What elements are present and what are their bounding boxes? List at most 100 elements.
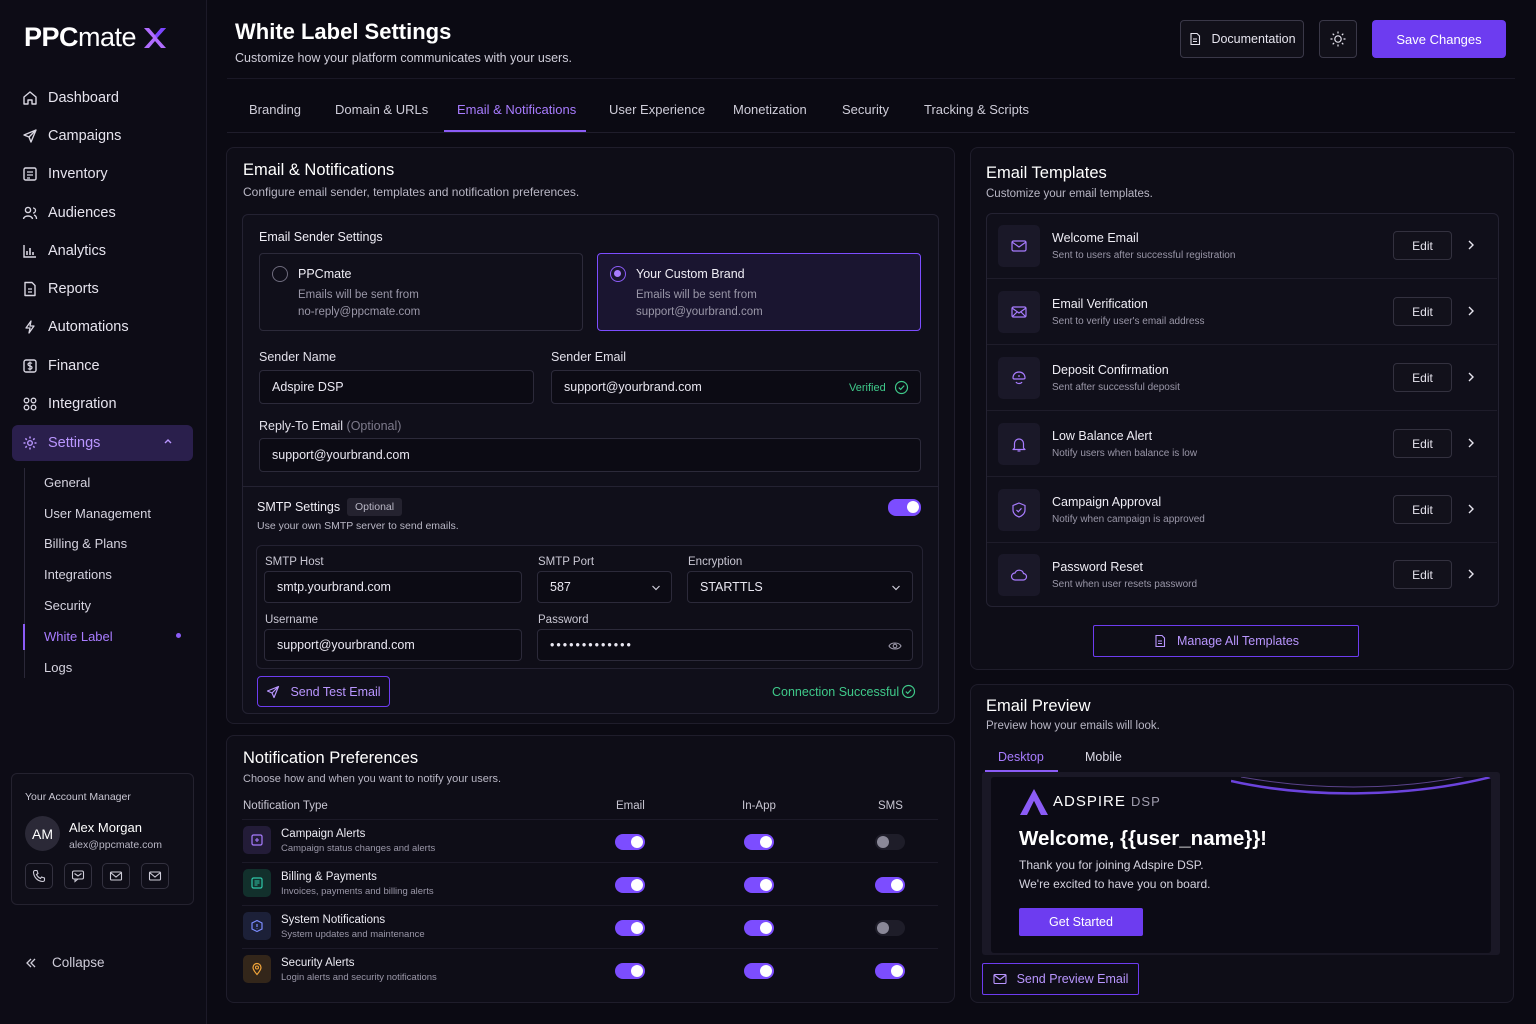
toggle-security-sms[interactable] [875, 963, 905, 979]
template-title: Deposit Confirmation [1052, 363, 1169, 377]
edit-button[interactable]: Edit [1393, 495, 1452, 524]
sidebar-sub-white-label[interactable]: White Label [44, 629, 113, 644]
sidebar-item-integration[interactable]: Integration [12, 386, 193, 422]
automation-icon [25, 320, 35, 334]
sender-option-custom-brand[interactable]: Your Custom Brand Emails will be sent fr… [597, 253, 921, 331]
account-email: alex@ppcmate.com [69, 839, 162, 851]
sidebar-sub-integrations[interactable]: Integrations [44, 567, 112, 582]
edit-button[interactable]: Edit [1393, 560, 1452, 589]
email-button[interactable] [102, 863, 130, 889]
sidebar-sub-user-management[interactable]: User Management [44, 506, 151, 521]
sidebar-item-audiences[interactable]: Audiences [12, 195, 193, 231]
edit-button[interactable]: Edit [1393, 297, 1452, 326]
toggle-campaign-sms[interactable] [875, 834, 905, 850]
template-row-low-balance[interactable]: Low Balance Alert Notify users when bala… [987, 411, 1497, 477]
toggle-security-email[interactable] [615, 963, 645, 979]
toggle-campaign-email[interactable] [615, 834, 645, 850]
chevron-right-icon[interactable] [1466, 305, 1476, 317]
call-button[interactable] [25, 863, 53, 889]
home-icon [23, 91, 37, 105]
password-input[interactable]: ••••••••••••• [537, 629, 913, 661]
reply-to-input[interactable]: support@yourbrand.com [259, 438, 921, 472]
manage-all-templates-button[interactable]: Manage All Templates [1093, 625, 1359, 657]
collapse-button[interactable]: Collapse [24, 955, 105, 970]
preview-tab-desktop[interactable]: Desktop [998, 750, 1044, 764]
smtp-port-label: SMTP Port [538, 556, 595, 568]
chevron-right-icon[interactable] [1466, 503, 1476, 515]
radio-custom-brand[interactable] [610, 266, 626, 282]
radio-ppcmate[interactable] [272, 266, 288, 282]
documentation-label: Documentation [1211, 32, 1296, 46]
smtp-toggle[interactable] [888, 499, 921, 516]
sidebar-item-campaigns[interactable]: Campaigns [12, 118, 193, 154]
tab-email-notifications[interactable]: Email & Notifications [457, 102, 576, 117]
sidebar-item-reports[interactable]: Reports [12, 271, 193, 307]
submenu-active-marker [23, 624, 25, 650]
chevron-right-icon[interactable] [1466, 239, 1476, 251]
toggle-system-sms[interactable] [875, 920, 905, 936]
logo[interactable]: PPC mate [24, 22, 168, 53]
eye-icon[interactable] [888, 640, 902, 652]
tabs-divider [227, 132, 1515, 133]
template-row-verification[interactable]: Email Verification Sent to verify user's… [987, 279, 1497, 345]
tab-user-experience[interactable]: User Experience [609, 102, 705, 117]
preview-tab-mobile[interactable]: Mobile [1085, 750, 1122, 764]
col-notification-type: Notification Type [243, 800, 328, 812]
toggle-billing-email[interactable] [615, 877, 645, 893]
toggle-billing-inapp[interactable] [744, 877, 774, 893]
tab-tracking-scripts[interactable]: Tracking & Scripts [924, 102, 1029, 117]
edit-button[interactable]: Edit [1393, 363, 1452, 392]
sidebar-item-automations[interactable]: Automations [12, 309, 193, 345]
template-desc: Notify users when balance is low [1052, 448, 1198, 459]
chevron-right-icon[interactable] [1466, 371, 1476, 383]
sidebar-item-label: Dashboard [48, 90, 119, 106]
get-started-button[interactable]: Get Started [1019, 908, 1143, 936]
username-label: Username [265, 614, 319, 626]
sidebar-sub-logs[interactable]: Logs [44, 660, 72, 675]
sender-option-ppcmate[interactable]: PPCmate Emails will be sent from no-repl… [259, 253, 583, 331]
username-input[interactable]: support@yourbrand.com [264, 629, 522, 661]
tab-security[interactable]: Security [842, 102, 889, 117]
smtp-port-select[interactable]: 587 [537, 571, 672, 603]
sender-email-input[interactable]: support@yourbrand.com Verified [551, 370, 921, 404]
tab-branding[interactable]: Branding [249, 102, 301, 117]
sidebar-item-settings[interactable]: Settings [12, 425, 193, 461]
template-row-campaign-approval[interactable]: Campaign Approval Notify when campaign i… [987, 477, 1497, 543]
template-row-password-reset[interactable]: Password Reset Sent when user resets pas… [987, 542, 1497, 608]
encryption-select[interactable]: STARTTLS [687, 571, 913, 603]
toggle-system-inapp[interactable] [744, 920, 774, 936]
row-desc: Invoices, payments and billing alerts [281, 886, 434, 897]
template-row-welcome[interactable]: Welcome Email Sent to users after succes… [987, 213, 1497, 279]
sidebar-sub-billing[interactable]: Billing & Plans [44, 536, 127, 551]
chat-button[interactable] [64, 863, 92, 889]
sidebar-item-analytics[interactable]: Analytics [12, 233, 193, 269]
smtp-host-input[interactable]: smtp.yourbrand.com [264, 571, 522, 603]
toggle-billing-sms[interactable] [875, 877, 905, 893]
tab-monetization[interactable]: Monetization [733, 102, 807, 117]
send-test-email-button[interactable]: Send Test Email [257, 676, 390, 707]
active-dot [176, 633, 181, 638]
documentation-button[interactable]: Documentation [1180, 20, 1304, 58]
toggle-security-inapp[interactable] [744, 963, 774, 979]
chevron-right-icon[interactable] [1466, 568, 1476, 580]
tab-domain-urls[interactable]: Domain & URLs [335, 102, 428, 117]
template-row-deposit[interactable]: Deposit Confirmation Sent after successf… [987, 345, 1497, 411]
sidebar-sub-security[interactable]: Security [44, 598, 91, 613]
preview-title: Email Preview [986, 697, 1091, 715]
chevrons-left-icon [26, 958, 36, 967]
sidebar-item-dashboard[interactable]: Dashboard [12, 80, 193, 116]
sidebar-sub-general[interactable]: General [44, 475, 90, 490]
theme-toggle-button[interactable] [1319, 20, 1357, 58]
inbox-button[interactable] [141, 863, 169, 889]
send-preview-email-button[interactable]: Send Preview Email [982, 963, 1139, 995]
chevron-right-icon[interactable] [1466, 437, 1476, 449]
sidebar-item-finance[interactable]: Finance [12, 348, 193, 384]
sidebar-item-inventory[interactable]: Inventory [12, 156, 193, 192]
save-changes-button[interactable]: Save Changes [1372, 20, 1506, 58]
sender-name-input[interactable]: Adspire DSP [259, 370, 534, 404]
edit-button[interactable]: Edit [1393, 231, 1452, 260]
toggle-campaign-inapp[interactable] [744, 834, 774, 850]
edit-button[interactable]: Edit [1393, 429, 1452, 458]
toggle-system-email[interactable] [615, 920, 645, 936]
sidebar-item-label: Finance [48, 358, 100, 374]
